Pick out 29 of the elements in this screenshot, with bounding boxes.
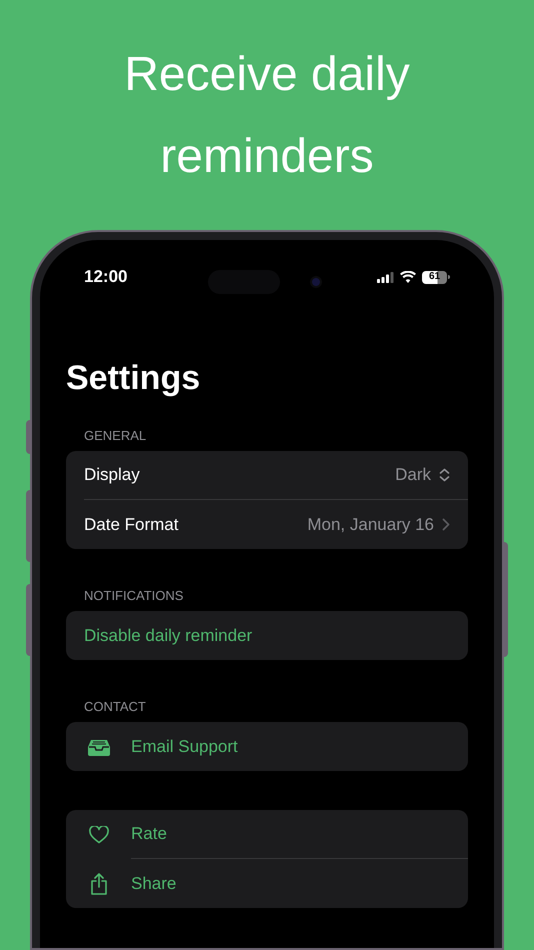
settings-row[interactable]: Date Format Mon, January 16 <box>66 500 468 549</box>
row-value: Dark <box>395 464 431 486</box>
settings-row[interactable]: Share <box>66 859 468 908</box>
row-label: Date Format <box>84 514 178 536</box>
heart-icon <box>88 826 108 844</box>
section-header: NOTIFICATIONS <box>83 588 184 604</box>
row-label: Rate <box>131 823 167 846</box>
row-label: Email Support <box>131 736 238 758</box>
up-down-chevron-icon <box>439 468 450 482</box>
row-label: Disable daily reminder <box>84 624 252 647</box>
status-time: 12:00 <box>84 266 128 288</box>
share-icon <box>90 872 108 894</box>
settings-row[interactable]: Disable daily reminder <box>66 611 468 660</box>
settings-row[interactable]: Rate <box>66 810 468 859</box>
row-label: Display <box>84 464 140 486</box>
row-value: Mon, January 16 <box>307 514 434 536</box>
camera-icon <box>310 276 322 288</box>
section-header: GENERAL <box>83 428 148 444</box>
row-label: Share <box>131 872 176 895</box>
section-header: CONTACT <box>83 699 147 715</box>
chevron-right-icon <box>442 518 450 531</box>
wifi-icon <box>400 271 416 283</box>
settings-row[interactable]: Email Support <box>66 722 468 771</box>
battery-level: 61 <box>428 272 440 282</box>
settings-row[interactable]: Display Dark <box>66 451 468 500</box>
screen-title: Settings <box>66 358 202 399</box>
tray-icon <box>88 738 110 756</box>
signal-icon <box>377 272 394 282</box>
headline: Receive daily reminders <box>123 47 411 185</box>
